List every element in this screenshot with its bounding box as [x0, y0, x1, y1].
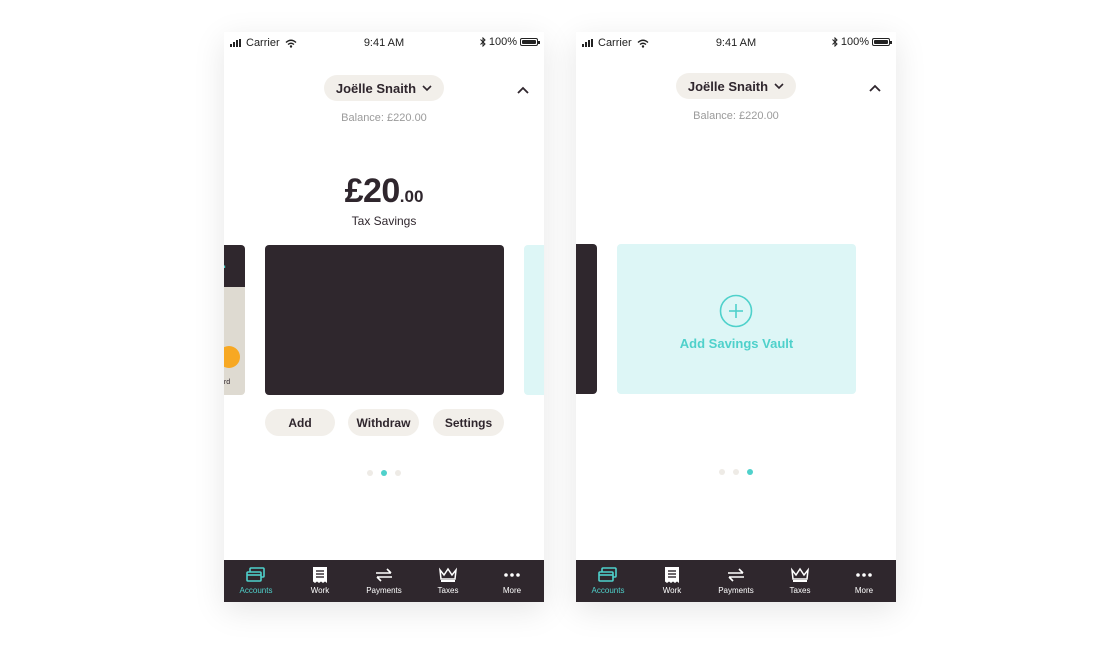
- more-icon: [504, 573, 520, 577]
- page-dot[interactable]: [733, 469, 739, 475]
- more-icon: [856, 573, 872, 577]
- chevron-up-icon[interactable]: [868, 81, 882, 95]
- battery-icon: [872, 38, 892, 46]
- document-icon: [313, 567, 327, 583]
- savings-amount: £20.00: [224, 172, 544, 211]
- tab-taxes[interactable]: Taxes: [768, 560, 832, 602]
- tab-taxes[interactable]: Taxes: [416, 560, 480, 602]
- amount-main: £20: [344, 172, 401, 210]
- savings-card[interactable]: [265, 245, 504, 395]
- mastercard-icon: [224, 346, 240, 368]
- tab-payments[interactable]: Payments: [704, 560, 768, 602]
- status-bar: Carrier 9:41 AM 100%: [576, 32, 896, 54]
- add-savings-vault-label: Add Savings Vault: [679, 336, 794, 351]
- user-name: Joëlle Snaith: [687, 78, 769, 94]
- add-button[interactable]: Add: [265, 409, 335, 436]
- card-peek-right[interactable]: [524, 245, 544, 395]
- chevron-down-icon: [774, 82, 784, 89]
- phone-screen-savings: Carrier 9:41 AM 100% Joëlle Snaith Balan…: [224, 32, 544, 602]
- amount-decimal: .00: [399, 187, 424, 206]
- add-savings-vault-card[interactable]: Add Savings Vault: [617, 244, 856, 394]
- status-bar: Carrier 9:41 AM 100%: [224, 32, 544, 54]
- page-dot[interactable]: [719, 469, 725, 475]
- plus-circle-icon: [719, 294, 753, 328]
- crown-icon: [790, 567, 810, 582]
- tab-bar: Accounts Work Payments Taxes More: [576, 560, 896, 602]
- pagination-dots: [576, 469, 896, 475]
- arrows-icon: [376, 568, 392, 582]
- pagination-dots: [224, 470, 544, 476]
- tab-accounts[interactable]: Accounts: [224, 560, 288, 602]
- bluetooth-icon: [480, 37, 486, 47]
- mastercard-label: ard: [224, 379, 231, 386]
- card-peek-left[interactable]: t. ard: [224, 245, 245, 395]
- phone-screen-add-vault: Carrier 9:41 AM 100% Joëlle Snaith Balan…: [576, 32, 896, 602]
- battery-icon: [520, 38, 540, 46]
- tab-more[interactable]: More: [480, 560, 544, 602]
- card-logo: t.: [224, 253, 226, 273]
- chevron-down-icon: [422, 84, 432, 91]
- page-dot[interactable]: [395, 470, 401, 476]
- document-icon: [665, 567, 679, 583]
- tab-work[interactable]: Work: [640, 560, 704, 602]
- balance-text: Balance: £220.00: [341, 112, 427, 124]
- crown-icon: [438, 567, 458, 582]
- account-switcher[interactable]: Joëlle Snaith: [676, 73, 796, 99]
- page-dot-active[interactable]: [747, 469, 753, 475]
- tab-bar: Accounts Work Payments Taxes More: [224, 560, 544, 602]
- cards-icon: [598, 567, 617, 582]
- chevron-up-icon[interactable]: [516, 83, 530, 97]
- tab-payments[interactable]: Payments: [352, 560, 416, 602]
- tab-work[interactable]: Work: [288, 560, 352, 602]
- user-name: Joëlle Snaith: [335, 80, 417, 96]
- cards-icon: [246, 567, 265, 582]
- bluetooth-icon: [832, 37, 838, 47]
- tab-accounts[interactable]: Accounts: [576, 560, 640, 602]
- page-dot[interactable]: [367, 470, 373, 476]
- page-dot-active[interactable]: [381, 470, 387, 476]
- settings-button[interactable]: Settings: [433, 409, 504, 436]
- savings-label: Tax Savings: [351, 214, 417, 228]
- withdraw-button[interactable]: Withdraw: [348, 409, 419, 436]
- tab-more[interactable]: More: [832, 560, 896, 602]
- arrows-icon: [728, 568, 744, 582]
- card-peek-left[interactable]: [576, 244, 597, 394]
- battery-label: 100%: [488, 36, 517, 48]
- account-switcher[interactable]: Joëlle Snaith: [324, 75, 444, 101]
- battery-label: 100%: [840, 36, 869, 48]
- balance-text: Balance: £220.00: [693, 110, 779, 122]
